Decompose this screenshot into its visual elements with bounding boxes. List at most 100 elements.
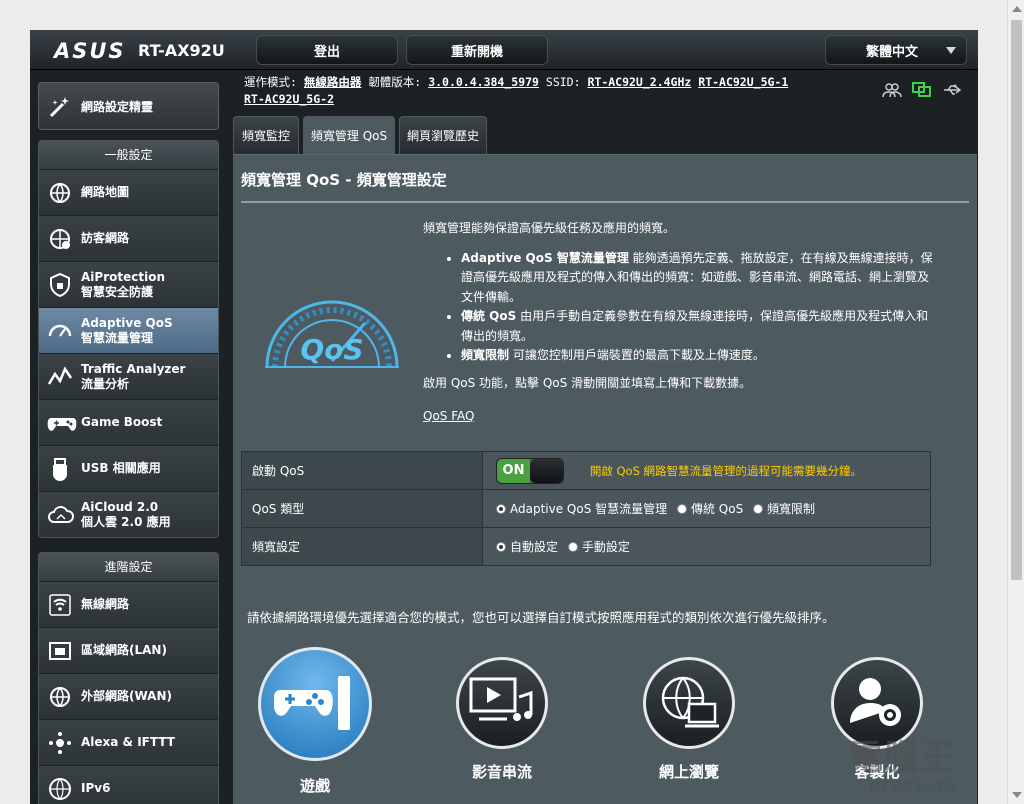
usb-icon [47, 456, 73, 482]
router-admin-window: ASUS RT-AX92U 登出 重新開機 繁體中文 運作模式: 無線路由器 韌… [30, 30, 978, 804]
bandwidth-auto-label[interactable]: 自動設定 [510, 540, 558, 554]
qos-description: 頻寬管理能夠保證高優先級任務及應用的頻寬。 Adaptive QoS 智慧流量管… [423, 219, 933, 427]
sidebar-item-label: IPv6 [81, 781, 111, 795]
bandwidth-manual-radio[interactable] [567, 542, 578, 552]
mode-web-browsing-button[interactable]: 網上瀏覽 [629, 657, 749, 782]
qos-type-limiter-radio[interactable] [753, 504, 764, 514]
mode-circle [643, 657, 735, 749]
custom-user-gear-icon [846, 673, 908, 734]
setup-wizard-button[interactable]: 網路設定精靈 [38, 82, 219, 130]
sidebar-item-wireless[interactable]: 無線網路 [39, 581, 218, 627]
sidebar-item-label: 訪客網路 [81, 231, 130, 245]
sidebar-item-label: Alexa & IFTTT [81, 735, 175, 749]
logout-button[interactable]: 登出 [256, 35, 398, 65]
media-streaming-icon [469, 677, 535, 730]
firmware-link[interactable]: 3.0.0.4.384_5979 [428, 75, 539, 89]
sidebar-item-sublabel: 智慧流量管理 [81, 330, 154, 345]
qos-type-traditional-radio[interactable] [676, 504, 687, 514]
sidebar-item-lan[interactable]: 區域網路(LAN) [39, 627, 218, 673]
toggle-knob [530, 458, 563, 483]
qos-faq-link[interactable]: QoS FAQ [423, 407, 474, 427]
language-select[interactable]: 繁體中文 [825, 35, 967, 65]
enable-instructions: 啟用 QoS 功能，點擊 QoS 滑動開關並填寫上傳和下載數據。 [423, 375, 752, 390]
model-name: RT-AX92U [138, 41, 225, 60]
scroll-up-arrow-icon[interactable] [1012, 6, 1022, 12]
clients-icon[interactable] [882, 82, 902, 98]
feature-name: 頻寬限制 [461, 348, 510, 362]
globe-network-icon [47, 180, 73, 206]
sidebar-item-wan[interactable]: 外部網路(WAN) [39, 673, 218, 719]
network-connected-icon[interactable] [912, 82, 932, 98]
ssid-5g1-link[interactable]: RT-AC92U_5G-1 [698, 75, 788, 89]
sidebar-item-aiprotection[interactable]: AiProtection 智慧安全防護 [39, 261, 218, 307]
sidebar-item-guest-network[interactable]: 訪客網路 [39, 215, 218, 261]
list-item: 頻寬限制 可讓您控制用戶端裝置的最高下載及上傳速度。 [461, 346, 933, 366]
enable-qos-label: 啟動 QoS [241, 451, 483, 490]
scrollbar-thumb[interactable] [1011, 20, 1022, 580]
feature-name: Adaptive QoS 智慧流量管理 [461, 250, 629, 265]
chevron-down-icon [946, 47, 956, 54]
sidebar-item-label: Game Boost [81, 415, 163, 429]
mode-circle [456, 657, 548, 749]
web-browsing-icon [657, 674, 721, 733]
ssid-24ghz-link[interactable]: RT-AC92U_2.4GHz [587, 75, 691, 89]
mode-label: 運作模式: [244, 75, 297, 89]
sidebar-item-usb-apps[interactable]: USB 相關應用 [39, 445, 218, 491]
page-scrollbar[interactable] [1007, 0, 1024, 804]
sidebar-item-label: 區域網路(LAN) [81, 643, 167, 657]
list-item: Adaptive QoS 智慧流量管理 能夠透過預先定義、拖放設定，在有線及無線… [461, 249, 933, 308]
cloud-icon [47, 502, 74, 528]
sidebar-item-label: Traffic Analyzer [81, 361, 186, 376]
qos-warning-text: 開啟 QoS 網路智慧流量管理的過程可能需要幾分鐘。 [589, 463, 863, 478]
sidebar-item-network-map[interactable]: 網路地圖 [39, 169, 218, 215]
sidebar-item-alexa-ifttt[interactable]: Alexa & IFTTT [39, 719, 218, 765]
top-banner: ASUS RT-AX92U 登出 重新開機 繁體中文 [30, 30, 978, 70]
bandwidth-auto-radio[interactable] [496, 542, 506, 552]
sidebar-item-sublabel: 智慧安全防護 [81, 284, 154, 299]
qos-type-adaptive-label[interactable]: Adaptive QoS 智慧流量管理 [510, 502, 667, 516]
sidebar-item-label: Adaptive QoS [81, 315, 173, 330]
tab-bandwidth-monitor[interactable]: 頻寬監控 [233, 116, 299, 154]
general-settings-menu: 一般設定 網路地圖 訪客網路 AiProtection 智慧安全防護 Adapti… [38, 140, 219, 538]
tab-qos[interactable]: 頻寬管理 QoS [303, 116, 395, 154]
table-row: 啟動 QoS ON 開啟 QoS 網路智慧流量管理的過程可能需要幾分鐘。 [241, 451, 931, 490]
enable-qos-toggle[interactable]: ON [496, 457, 564, 484]
qos-type-limiter-label[interactable]: 頻寬限制 [767, 502, 815, 516]
qos-settings-table: 啟動 QoS ON 開啟 QoS 網路智慧流量管理的過程可能需要幾分鐘。 QoS… [241, 451, 931, 566]
mode-label: 影音串流 [471, 763, 532, 781]
qos-gauge-illustration: QoS [261, 283, 403, 376]
sidebar-item-label: 外部網路(WAN) [81, 689, 172, 703]
gamepad-icon [273, 674, 356, 735]
watermark: 電腦王 pcadv.tw [848, 740, 956, 796]
sidebar-item-label: AiCloud 2.0 [81, 499, 159, 514]
list-item: 傳統 QoS 由用戶手動自定義參數在有線及無線連接時，保證高優先級應用及程式傳入… [461, 307, 933, 346]
operation-mode-link[interactable]: 無線路由器 [304, 75, 362, 89]
mode-selection-hint: 請依據網路環境優先選擇適合您的模式，您也可以選擇自訂模式按照應用程式的類別依次進… [247, 610, 835, 625]
sidebar-item-adaptive-qos[interactable]: Adaptive QoS 智慧流量管理 [39, 307, 218, 353]
sidebar-item-aicloud[interactable]: AiCloud 2.0 個人雲 2.0 應用 [39, 491, 218, 537]
mode-gaming-button[interactable]: 遊戲 [255, 647, 375, 796]
status-icons [882, 82, 962, 98]
reboot-button[interactable]: 重新開機 [406, 35, 548, 65]
mode-streaming-button[interactable]: 影音串流 [442, 657, 562, 782]
general-settings-heading: 一般設定 [39, 141, 218, 169]
bandwidth-manual-label[interactable]: 手動設定 [582, 540, 630, 554]
gamepad-icon [47, 410, 77, 436]
qos-feature-list: Adaptive QoS 智慧流量管理 能夠透過預先定義、拖放設定，在有線及無線… [423, 249, 933, 366]
table-row: 頻寬設定 自動設定 手動設定 [241, 527, 931, 566]
qos-type-traditional-label[interactable]: 傳統 QoS [691, 502, 743, 516]
ssid-5g2-link[interactable]: RT-AC92U_5G-2 [244, 92, 334, 106]
qos-gauge-text: QoS [300, 333, 363, 366]
wan-globe-icon [47, 684, 73, 710]
scroll-down-arrow-icon[interactable] [1012, 792, 1022, 798]
wifi-icon [47, 592, 73, 618]
qos-type-adaptive-radio[interactable] [496, 504, 506, 514]
usb-status-icon[interactable] [942, 82, 962, 98]
sidebar-item-game-boost[interactable]: Game Boost [39, 399, 218, 445]
toggle-on-label: ON [497, 458, 530, 483]
feature-text: 由用戶手動自定義參數在有線及無線連接時，保證高優先級應用及程式傳入和傳出的頻寬。 [461, 309, 929, 343]
sidebar-item-ipv6[interactable]: IPv6 [39, 765, 218, 804]
tab-web-history[interactable]: 網頁瀏覽歷史 [399, 116, 487, 154]
sidebar-item-traffic-analyzer[interactable]: Traffic Analyzer 流量分析 [39, 353, 218, 399]
ssid-label: SSID: [545, 75, 581, 89]
